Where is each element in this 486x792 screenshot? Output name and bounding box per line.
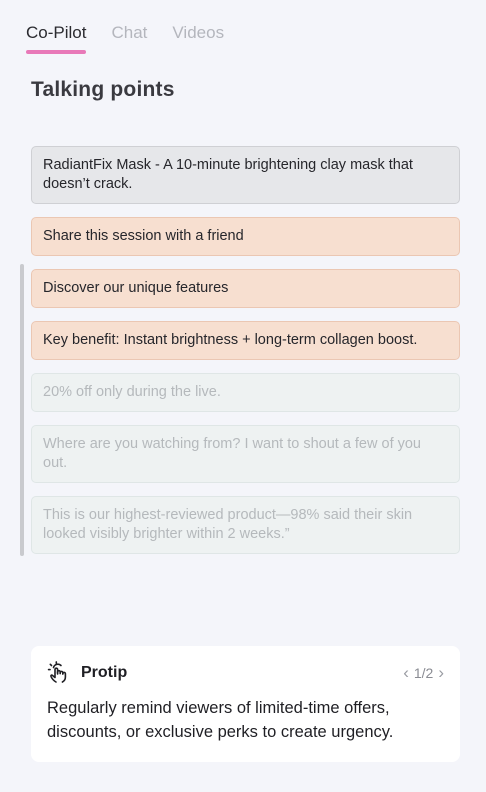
talking-point[interactable]: Discover our unique features: [31, 269, 460, 308]
talking-point[interactable]: Where are you watching from? I want to s…: [31, 425, 460, 483]
tab-bar: Co-Pilot Chat Videos: [26, 22, 224, 54]
tap-gesture-icon: [47, 661, 71, 685]
protip-pager: ‹ 1/2 ›: [403, 663, 444, 683]
talking-points-list: RadiantFix Mask - A 10-minute brightenin…: [31, 146, 460, 567]
scrollbar[interactable]: [20, 264, 24, 556]
protip-title: Protip: [81, 664, 128, 681]
chevron-right-icon[interactable]: ›: [438, 663, 444, 683]
talking-point[interactable]: 20% off only during the live.: [31, 373, 460, 412]
talking-point[interactable]: RadiantFix Mask - A 10-minute brightenin…: [31, 146, 460, 204]
section-title: Talking points: [31, 78, 175, 101]
tab-chat[interactable]: Chat: [111, 22, 147, 52]
talking-point[interactable]: Key benefit: Instant brightness + long-t…: [31, 321, 460, 360]
tab-videos[interactable]: Videos: [172, 22, 224, 52]
protip-card: Protip ‹ 1/2 › Regularly remind viewers …: [31, 646, 460, 762]
protip-header: Protip ‹ 1/2 ›: [47, 661, 444, 685]
talking-point[interactable]: Share this session with a friend: [31, 217, 460, 256]
protip-body: Regularly remind viewers of limited-time…: [47, 699, 394, 741]
chevron-left-icon[interactable]: ‹: [403, 663, 409, 683]
pager-count: 1/2: [413, 665, 434, 681]
tab-co-pilot[interactable]: Co-Pilot: [26, 22, 87, 54]
talking-point[interactable]: This is our highest-reviewed product—98%…: [31, 496, 460, 554]
